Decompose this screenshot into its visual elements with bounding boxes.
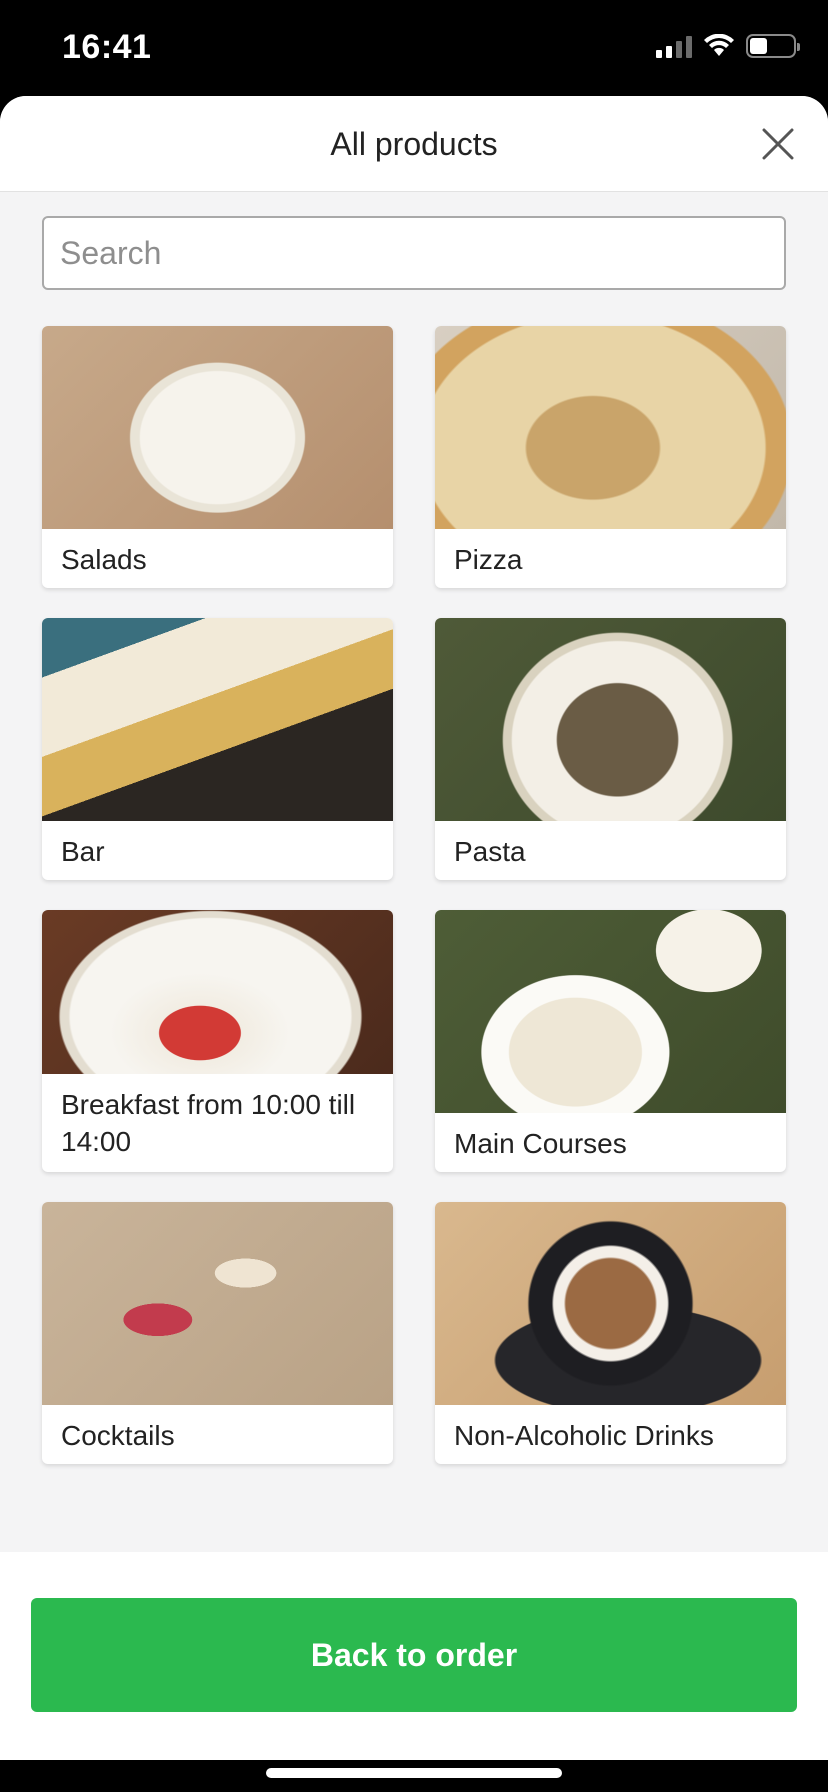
non-alcoholic-drinks-image (435, 1202, 786, 1405)
pizza-image (435, 326, 786, 529)
status-time: 16:41 (62, 28, 152, 66)
close-icon[interactable] (758, 124, 798, 164)
sheet-header: All products (0, 96, 828, 192)
back-to-order-button[interactable]: Back to order (31, 1598, 797, 1712)
battery-icon (746, 34, 800, 58)
category-card-pasta[interactable]: Pasta (435, 618, 786, 880)
signal-icon (656, 34, 692, 58)
salads-image (42, 326, 393, 529)
category-card-pizza[interactable]: Pizza (435, 326, 786, 588)
category-label: Pizza (454, 544, 523, 575)
category-grid: Salads Pizza Bar Pasta Breakfast from 10… (42, 326, 786, 1464)
category-card-bar[interactable]: Bar (42, 618, 393, 880)
status-bar: 16:41 (0, 0, 828, 96)
category-label: Non-Alcoholic Drinks (454, 1420, 714, 1451)
category-label: Main Courses (454, 1128, 627, 1159)
category-card-main-courses[interactable]: Main Courses (435, 910, 786, 1172)
main-courses-image (435, 910, 786, 1113)
category-card-cocktails[interactable]: Cocktails (42, 1202, 393, 1464)
category-card-salads[interactable]: Salads (42, 326, 393, 588)
cocktails-image (42, 1202, 393, 1405)
status-icons (656, 34, 800, 58)
page-title: All products (330, 126, 498, 162)
category-label: Cocktails (61, 1420, 175, 1451)
category-label: Bar (61, 836, 105, 867)
search-input[interactable] (42, 216, 786, 290)
category-label: Pasta (454, 836, 526, 867)
search-container (0, 192, 828, 290)
category-label: Salads (61, 544, 147, 575)
breakfast-image (42, 910, 393, 1074)
category-card-breakfast[interactable]: Breakfast from 10:00 till 14:00 (42, 910, 393, 1172)
home-indicator-area (0, 1760, 828, 1792)
category-card-non-alcoholic-drinks[interactable]: Non-Alcoholic Drinks (435, 1202, 786, 1464)
home-indicator[interactable] (266, 1768, 562, 1778)
wifi-icon (704, 34, 734, 56)
category-label: Breakfast from 10:00 till 14:00 (61, 1089, 356, 1157)
products-sheet: All products Salads Pizza Bar Pasta Brea… (0, 96, 828, 1760)
pasta-image (435, 618, 786, 821)
footer: Back to order (0, 1552, 828, 1760)
bar-image (42, 618, 393, 821)
